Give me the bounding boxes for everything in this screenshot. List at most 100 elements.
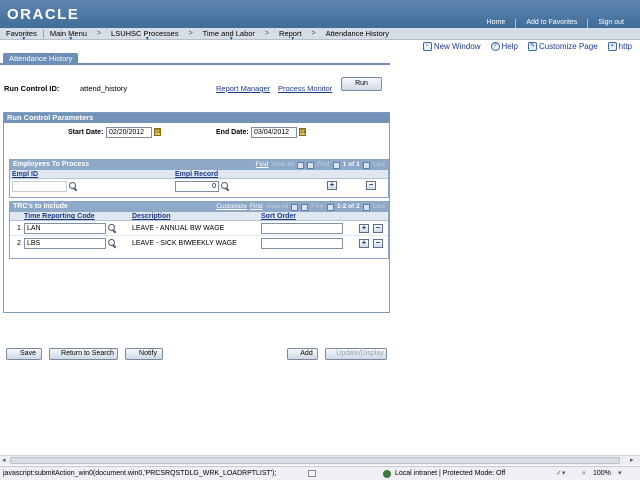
scroll-left-icon[interactable]: ◂: [2, 456, 6, 464]
start-date-label: Start Date:: [68, 129, 104, 136]
add-row-button[interactable]: +: [359, 239, 369, 248]
status-bar: javascript:submitAction_win0(document.wi…: [0, 466, 640, 480]
start-date-input[interactable]: 02/20/2012: [106, 127, 152, 138]
run-button[interactable]: Run: [341, 77, 382, 91]
security-zone: Local intranet | Protected Mode: Off: [395, 470, 506, 477]
help-link[interactable]: ? Help: [490, 42, 518, 51]
grid-navigation: Customize Find View All First 1-2 of 2 L…: [216, 202, 385, 212]
grid-title-text: Employees To Process: [13, 161, 90, 168]
search-icon[interactable]: [108, 224, 117, 233]
update-display-button[interactable]: Update/Display: [325, 348, 387, 360]
menu-report[interactable]: Report ▼: [273, 28, 308, 42]
grid-icon[interactable]: [307, 161, 315, 169]
last-link[interactable]: Last: [373, 160, 385, 170]
download-icon[interactable]: [291, 203, 299, 211]
prev-arrow-icon[interactable]: [326, 203, 334, 211]
grid-icon[interactable]: [301, 203, 309, 211]
new-window-icon: ▫: [422, 42, 432, 51]
end-date-input[interactable]: 03/04/2012: [251, 127, 297, 138]
header-banner: ORACLE Home Add to Favorites Sign out: [0, 0, 640, 30]
new-window-link[interactable]: ▫ New Window: [422, 42, 481, 51]
next-arrow-icon[interactable]: [362, 203, 370, 211]
calendar-icon[interactable]: 31: [299, 128, 306, 136]
find-link[interactable]: Find: [256, 160, 269, 170]
customize-page-link[interactable]: ✎ Customize Page: [527, 42, 598, 51]
link-icon: ▪: [607, 42, 617, 51]
button-label: Notify: [139, 350, 157, 357]
table-row: 2 LBS LEAVE - SICK BIWEEKLY WAGE + −: [10, 236, 388, 251]
return-to-search-button[interactable]: Return to Search: [49, 348, 118, 360]
button-label: Add: [300, 350, 313, 357]
col-empl-id[interactable]: Empl ID: [12, 170, 38, 179]
report-manager-link[interactable]: Report Manager: [216, 84, 270, 93]
link-label: Customize Page: [538, 42, 598, 51]
save-button[interactable]: Save: [6, 348, 42, 360]
zoom-icon[interactable]: ⌕: [582, 467, 586, 480]
chevron-down-icon[interactable]: ▾: [618, 467, 622, 480]
col-time-reporting-code[interactable]: Time Reporting Code: [24, 212, 95, 221]
menu-lsuhsc-processes[interactable]: LSUHSC Processes ▼: [105, 28, 185, 42]
breadcrumb-arrow-icon: >: [311, 30, 316, 37]
oracle-logo: ORACLE: [7, 6, 80, 23]
search-icon[interactable]: [108, 239, 117, 248]
next-arrow-icon[interactable]: [362, 161, 370, 169]
add-to-favorites-link[interactable]: Add to Favorites: [516, 19, 587, 28]
trc-input[interactable]: LAN: [24, 223, 106, 234]
run-control-value: attend_history: [80, 84, 128, 93]
breadcrumb-arrow-icon: >: [264, 30, 270, 37]
sign-out-link[interactable]: Sign out: [588, 19, 634, 28]
last-link[interactable]: Last: [373, 202, 385, 212]
horizontal-scrollbar[interactable]: ◂ ▸: [0, 455, 640, 465]
delete-row-button[interactable]: −: [373, 224, 383, 233]
table-row: 1 LAN LEAVE - ANNUAL BW WAGE + −: [10, 221, 388, 236]
add-row-button[interactable]: +: [359, 224, 369, 233]
menu-favorites[interactable]: Favorites ▼: [0, 28, 43, 42]
find-link[interactable]: Find: [250, 202, 263, 212]
search-icon[interactable]: [221, 182, 230, 191]
breadcrumb-arrow-icon: >: [96, 30, 102, 37]
home-link[interactable]: Home: [477, 19, 516, 28]
download-icon[interactable]: [297, 161, 305, 169]
add-button[interactable]: Add: [287, 348, 318, 360]
breadcrumb-arrow-icon: >: [188, 30, 193, 37]
panel-title: Run Control Parameters: [4, 113, 389, 123]
http-link[interactable]: ▪ http: [607, 42, 632, 51]
menu-bar: Favorites ▼ Main Menu ▼ > LSUHSC Processes…: [0, 28, 640, 42]
column-header-row: Time Reporting Code Description Sort Ord…: [10, 212, 388, 221]
trc-input[interactable]: LBS: [24, 238, 106, 249]
column-header-row: Empl ID Empl Record: [10, 170, 388, 179]
button-label: Update/Display: [336, 350, 384, 357]
col-description[interactable]: Description: [132, 212, 171, 221]
menu-time-and-labor[interactable]: Time and Labor ▼: [197, 28, 261, 42]
col-sort-order[interactable]: Sort Order: [261, 212, 296, 221]
menu-main-menu[interactable]: Main Menu ▼: [44, 28, 93, 42]
add-row-button[interactable]: +: [327, 181, 337, 190]
view-all-link[interactable]: View All: [266, 202, 289, 212]
menu-label: Attendance History: [325, 29, 390, 38]
notify-button[interactable]: Notify: [125, 348, 163, 360]
scroll-right-icon[interactable]: ▸: [630, 456, 634, 464]
link-label: New Window: [433, 42, 481, 51]
prev-arrow-icon[interactable]: [332, 161, 340, 169]
sort-order-input[interactable]: [261, 238, 343, 249]
search-icon[interactable]: [69, 182, 78, 191]
first-link[interactable]: First: [317, 160, 330, 170]
first-link[interactable]: First: [311, 202, 324, 212]
process-monitor-link[interactable]: Process Monitor: [278, 84, 332, 93]
col-empl-record[interactable]: Empl Record: [175, 170, 218, 179]
menu-attendance-history[interactable]: Attendance History: [320, 28, 395, 40]
delete-row-button[interactable]: −: [373, 239, 383, 248]
chevron-down-icon: ▼: [290, 35, 296, 42]
empl-id-input[interactable]: [12, 181, 67, 192]
customize-link[interactable]: Customize: [216, 202, 247, 212]
scrollbar-thumb[interactable]: [10, 457, 620, 464]
view-all-link[interactable]: View All: [271, 160, 294, 170]
calendar-icon[interactable]: 31: [154, 128, 161, 136]
protected-mode-icon[interactable]: ✓▾: [556, 467, 565, 480]
empl-record-input[interactable]: 0: [175, 181, 219, 192]
delete-row-button[interactable]: −: [366, 181, 376, 190]
sort-order-input[interactable]: [261, 223, 343, 234]
run-control-parameters-panel: Run Control Parameters Start Date: 02/20…: [3, 112, 390, 313]
zoom-level[interactable]: 100%: [593, 467, 611, 480]
tab-underline: [0, 63, 390, 65]
